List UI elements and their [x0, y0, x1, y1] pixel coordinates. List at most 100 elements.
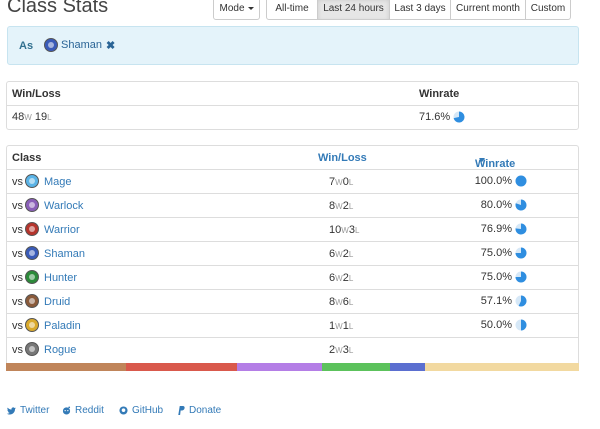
- class-name-link[interactable]: Warrior: [44, 224, 80, 236]
- summary-wins: 48: [12, 111, 25, 123]
- footer-link-donate[interactable]: Donate: [177, 405, 221, 416]
- footer-link-reddit[interactable]: Reddit: [62, 405, 104, 416]
- shaman-class-icon: [44, 38, 58, 52]
- row-winloss: 10W3L: [329, 224, 359, 236]
- class-name-link[interactable]: Paladin: [44, 320, 81, 332]
- winrate-pie-icon: [453, 111, 465, 123]
- row-winloss: 7W0L: [329, 176, 353, 188]
- losses-suffix: L: [354, 226, 360, 235]
- vs-label: vs: [12, 176, 23, 188]
- mage-class-icon: [25, 174, 39, 188]
- winrate-pie-icon: [515, 175, 527, 187]
- summary-winloss-header: Win/Loss: [12, 88, 61, 100]
- time-filter-current-month[interactable]: Current month: [450, 0, 526, 20]
- time-filter-last-24-hours[interactable]: Last 24 hours: [317, 0, 390, 20]
- winrate-pie-icon: [515, 223, 527, 235]
- summary-row: 48W 19L 71.6%: [7, 106, 578, 130]
- footer-link-github[interactable]: GitHub: [119, 405, 163, 416]
- row-winrate: 76.9%: [473, 223, 527, 235]
- class-name-link[interactable]: Shaman: [44, 248, 85, 260]
- time-filter-custom[interactable]: Custom: [525, 0, 571, 20]
- class-name-link[interactable]: Druid: [44, 296, 70, 308]
- footer-github-label: GitHub: [132, 405, 164, 416]
- losses-suffix: L: [348, 298, 354, 307]
- time-filter-all-time[interactable]: All-time: [266, 0, 318, 20]
- class-bar-segment: [6, 363, 126, 371]
- losses-suffix: L: [348, 250, 354, 259]
- summary-winrate-value: 71.6%: [419, 111, 451, 123]
- summary-losses: 19: [34, 111, 48, 123]
- shaman-class-icon: [25, 246, 39, 260]
- wins-suffix: W: [24, 113, 32, 122]
- github-icon: [119, 406, 128, 415]
- class-name-link[interactable]: Warlock: [44, 200, 83, 212]
- row-winrate-value: 50.0%: [480, 319, 512, 331]
- class-table-header: Class Win/Loss Winrate: [7, 146, 578, 170]
- losses-suffix: L: [348, 178, 354, 187]
- active-filter-alert: As Shaman ✖: [7, 26, 579, 65]
- table-row: vs Warrior 10W3L 76.9%: [7, 218, 578, 242]
- col-header-winloss[interactable]: Win/Loss: [318, 152, 367, 164]
- row-wins: 10: [329, 224, 342, 236]
- summary-winloss: 48W 19L: [12, 111, 52, 123]
- winrate-pie-icon: [515, 199, 527, 211]
- class-bar-segment: [390, 363, 425, 371]
- winrate-pie-icon: [515, 247, 527, 259]
- vs-label: vs: [12, 344, 23, 356]
- time-filter-last-3-days[interactable]: Last 3 days: [389, 0, 451, 20]
- wins-suffix: W: [335, 202, 343, 211]
- class-bar-segment: [322, 363, 390, 371]
- row-winrate-value: 76.9%: [480, 223, 512, 235]
- paladin-class-icon: [25, 318, 39, 332]
- wins-suffix: W: [335, 250, 343, 259]
- remove-filter-icon[interactable]: ✖: [106, 39, 115, 52]
- class-bar-segment: [126, 363, 237, 371]
- row-winrate: 75.0%: [473, 247, 527, 259]
- rogue-class-icon: [25, 342, 39, 356]
- class-bar-segment: [237, 363, 322, 371]
- losses-suffix: L: [348, 322, 354, 331]
- losses-suffix: L: [348, 202, 354, 211]
- table-row: vs Rogue 2W3L: [7, 338, 578, 362]
- row-winrate-value: 75.0%: [480, 247, 512, 259]
- filter-class-tag[interactable]: Shaman ✖: [44, 38, 115, 52]
- winrate-pie-icon: [515, 295, 527, 307]
- winrate-pie-icon: [515, 271, 527, 283]
- footer-twitter-label: Twitter: [20, 405, 50, 416]
- row-winrate: 80.0%: [473, 199, 527, 211]
- row-winrate: 100.0%: [473, 175, 527, 187]
- footer-donate-label: Donate: [189, 405, 222, 416]
- row-winrate: 50.0%: [473, 319, 527, 331]
- row-winloss: 8W2L: [329, 200, 353, 212]
- class-table-panel: Class Win/Loss Winrate vs Mage 7W0L 100.0% v…: [6, 145, 579, 363]
- footer-reddit-label: Reddit: [75, 405, 104, 416]
- summary-panel: Win/Loss Winrate 48W 19L 71.6%: [6, 81, 579, 130]
- filter-as-label: As: [19, 40, 34, 52]
- vs-label: vs: [12, 200, 23, 212]
- mode-button-label: Mode: [219, 3, 245, 14]
- table-row: vs Paladin 1W1L 50.0%: [7, 314, 578, 338]
- class-bar-segment: [425, 363, 579, 371]
- row-winloss: 6W2L: [329, 248, 353, 260]
- losses-suffix: L: [348, 346, 354, 355]
- class-name-link[interactable]: Hunter: [44, 272, 77, 284]
- footer-link-twitter[interactable]: Twitter: [7, 405, 49, 416]
- row-winloss: 6W2L: [329, 272, 353, 284]
- row-winrate-value: 80.0%: [480, 199, 512, 211]
- row-winloss: 8W6L: [329, 296, 353, 308]
- wins-suffix: W: [335, 346, 343, 355]
- vs-label: vs: [12, 248, 23, 260]
- summary-winrate: 71.6%: [419, 111, 465, 123]
- row-winloss: 1W1L: [329, 320, 353, 332]
- row-winloss: 2W3L: [329, 344, 353, 356]
- wins-suffix: W: [335, 298, 343, 307]
- summary-header: Win/Loss Winrate: [7, 82, 578, 106]
- mode-dropdown-button[interactable]: Mode: [213, 0, 260, 20]
- row-winrate-value: 57.1%: [480, 295, 512, 307]
- vs-label: vs: [12, 224, 23, 236]
- class-name-link[interactable]: Rogue: [44, 344, 76, 356]
- reddit-icon: [62, 406, 71, 415]
- twitter-icon: [7, 406, 16, 415]
- wins-suffix: W: [335, 178, 343, 187]
- class-name-link[interactable]: Mage: [44, 176, 72, 188]
